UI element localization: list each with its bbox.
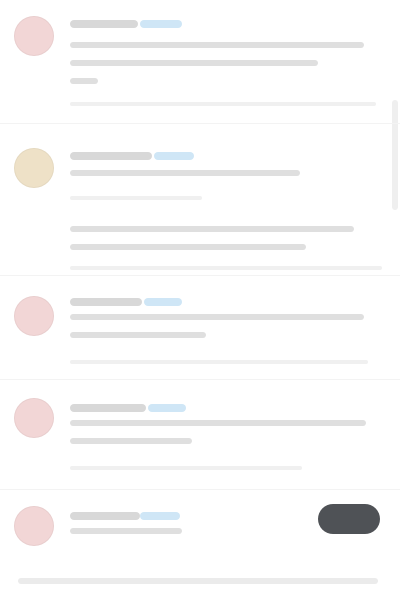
post-text-line (70, 438, 192, 444)
verified-badge-placeholder (144, 298, 182, 306)
post-text-line (70, 226, 354, 232)
feed-item-1[interactable] (0, 0, 400, 124)
feed-item-2[interactable] (0, 124, 400, 276)
author-name-placeholder (70, 512, 140, 520)
post-meta-placeholder (70, 266, 382, 270)
post-text-line (70, 420, 366, 426)
post-text-line (70, 60, 318, 66)
feed-footer-bar (18, 578, 378, 584)
verified-badge-placeholder (140, 512, 180, 520)
author-name-placeholder (70, 152, 152, 160)
post-text-line (70, 170, 300, 176)
verified-badge-placeholder (148, 404, 186, 412)
post-text-line (70, 528, 182, 534)
post-meta-placeholder (70, 466, 302, 470)
author-name-placeholder (70, 20, 138, 28)
avatar[interactable] (14, 16, 54, 56)
post-text-line (70, 78, 98, 84)
post-meta-placeholder (70, 360, 368, 364)
feed-item-4[interactable] (0, 380, 400, 490)
post-text-line (70, 244, 306, 250)
post-text-line (70, 314, 364, 320)
author-name-placeholder (70, 404, 146, 412)
avatar[interactable] (14, 296, 54, 336)
avatar[interactable] (14, 506, 54, 546)
avatar[interactable] (14, 398, 54, 438)
post-meta-placeholder (70, 196, 202, 200)
feed-item-5[interactable] (0, 490, 400, 615)
post-text-line (70, 42, 364, 48)
avatar[interactable] (14, 148, 54, 188)
post-meta-placeholder (70, 102, 376, 106)
feed (0, 0, 400, 615)
author-name-placeholder (70, 298, 142, 306)
post-text-line (70, 332, 206, 338)
verified-badge-placeholder (140, 20, 182, 28)
feed-item-3[interactable] (0, 276, 400, 380)
verified-badge-placeholder (154, 152, 194, 160)
follow-button[interactable] (318, 504, 380, 534)
